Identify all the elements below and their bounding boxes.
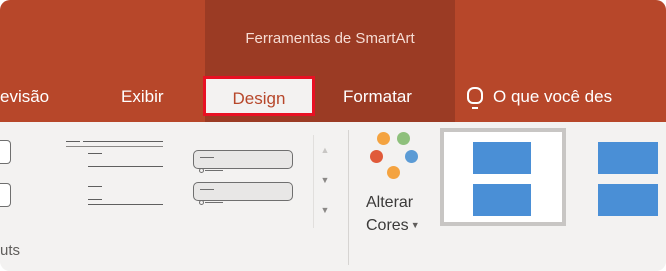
tab-revisao[interactable]: evisão (0, 78, 49, 116)
group-divider (348, 130, 349, 265)
pill-bullet (199, 200, 204, 205)
style-block (598, 142, 658, 174)
tell-me-search[interactable]: O que você des (467, 78, 612, 116)
cores-text: Cores (366, 217, 409, 234)
color-dot (397, 132, 410, 145)
layouts-gallery-scroll: ▲ ▼ ▼ (313, 135, 336, 228)
smartart-style-thumb-selected[interactable] (440, 128, 566, 226)
color-dot (387, 166, 400, 179)
scroll-down-icon[interactable]: ▼ (314, 165, 336, 195)
pill-sub-line (205, 202, 223, 203)
powerpoint-ribbon-crop: Ferramentas de SmartArt evisão Exibir De… (0, 0, 666, 271)
tell-me-label: O que você des (493, 87, 613, 106)
expand-gallery-icon[interactable]: ▼ (314, 195, 336, 225)
line-mark (83, 141, 163, 142)
change-colors-label: Alterar Cores ▼ (366, 192, 420, 237)
pill-shape (193, 182, 293, 201)
line-mark (88, 204, 163, 205)
scroll-up-icon[interactable]: ▲ (314, 135, 336, 165)
style-block (598, 184, 658, 216)
layout-thumb-partial-1[interactable] (0, 140, 11, 164)
change-colors-icon (370, 130, 430, 190)
pill-shape (193, 150, 293, 169)
color-dot (370, 150, 383, 163)
tab-formatar[interactable]: Formatar (343, 78, 412, 116)
smartart-style-thumb[interactable] (588, 128, 666, 226)
line-mark (88, 153, 102, 154)
line-mark (66, 141, 80, 142)
layout-thumb-partial-2[interactable] (0, 183, 11, 207)
style-block (473, 142, 531, 174)
color-dot (405, 150, 418, 163)
tab-design[interactable]: Design (203, 76, 315, 116)
style-block (473, 184, 531, 216)
color-dot (377, 132, 390, 145)
lightbulb-icon (467, 87, 483, 109)
pill-bullet (199, 168, 204, 173)
layouts-group-label: uts (0, 242, 21, 259)
line-mark (88, 166, 163, 167)
line-mark (88, 186, 102, 187)
line-mark (66, 146, 163, 147)
alterar-text: Alterar (366, 194, 414, 211)
pill-sub-line (205, 170, 223, 171)
tab-exibir[interactable]: Exibir (121, 78, 164, 116)
line-mark (88, 199, 102, 200)
dropdown-arrow-icon: ▼ (410, 220, 420, 230)
context-tab-group-title: Ferramentas de SmartArt (245, 30, 415, 47)
